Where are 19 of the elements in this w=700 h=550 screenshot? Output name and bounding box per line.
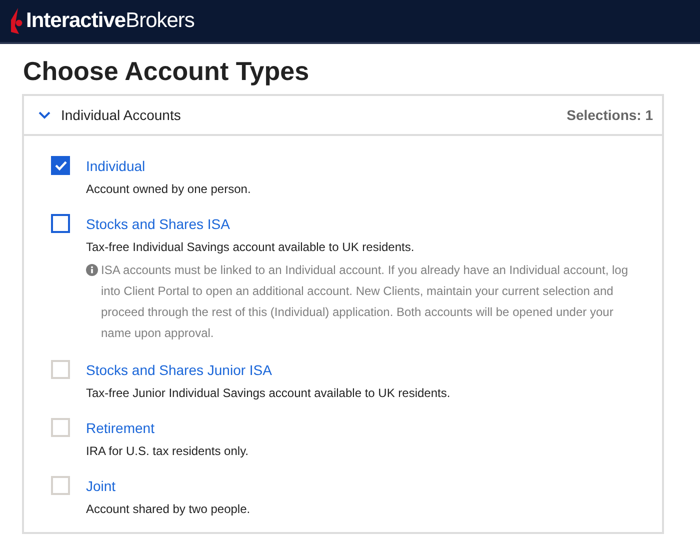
logo-text: InteractiveBrokers [26,9,194,33]
logo-icon [9,8,23,34]
option-description: Tax-free Individual Savings account available to UK residents. [86,239,416,256]
section-title: Individual Accounts [61,107,181,123]
option-label[interactable]: Stocks and Shares ISA [86,214,636,234]
chevron-icon [38,110,51,120]
info-icon [86,264,98,276]
selection-count: Selections: 1 [566,107,653,123]
checkmark-icon [54,160,68,171]
option-description: Account shared by two people. [86,501,250,518]
checkbox[interactable] [51,214,70,233]
option-description: IRA for U.S. tax residents only. [86,443,249,460]
option-label[interactable]: Individual [86,156,251,176]
page-title: Choose Account Types [23,56,310,88]
info-note: ISA accounts must be linked to an Individual account. If you already have an Individual account, log into Client Portal to open an additional account. New Clients, maintain your current selection and proceed through the rest of this (Individual) application. Both accounts will be opened under your name upon approval. [101,262,629,342]
option-description: Account owned by one person. [86,181,251,198]
section-toggle[interactable]: Individual Accounts [38,107,181,123]
checkbox[interactable] [51,156,70,175]
option-description: Tax-free Junior Individual Savings account available to UK residents. [86,385,450,402]
